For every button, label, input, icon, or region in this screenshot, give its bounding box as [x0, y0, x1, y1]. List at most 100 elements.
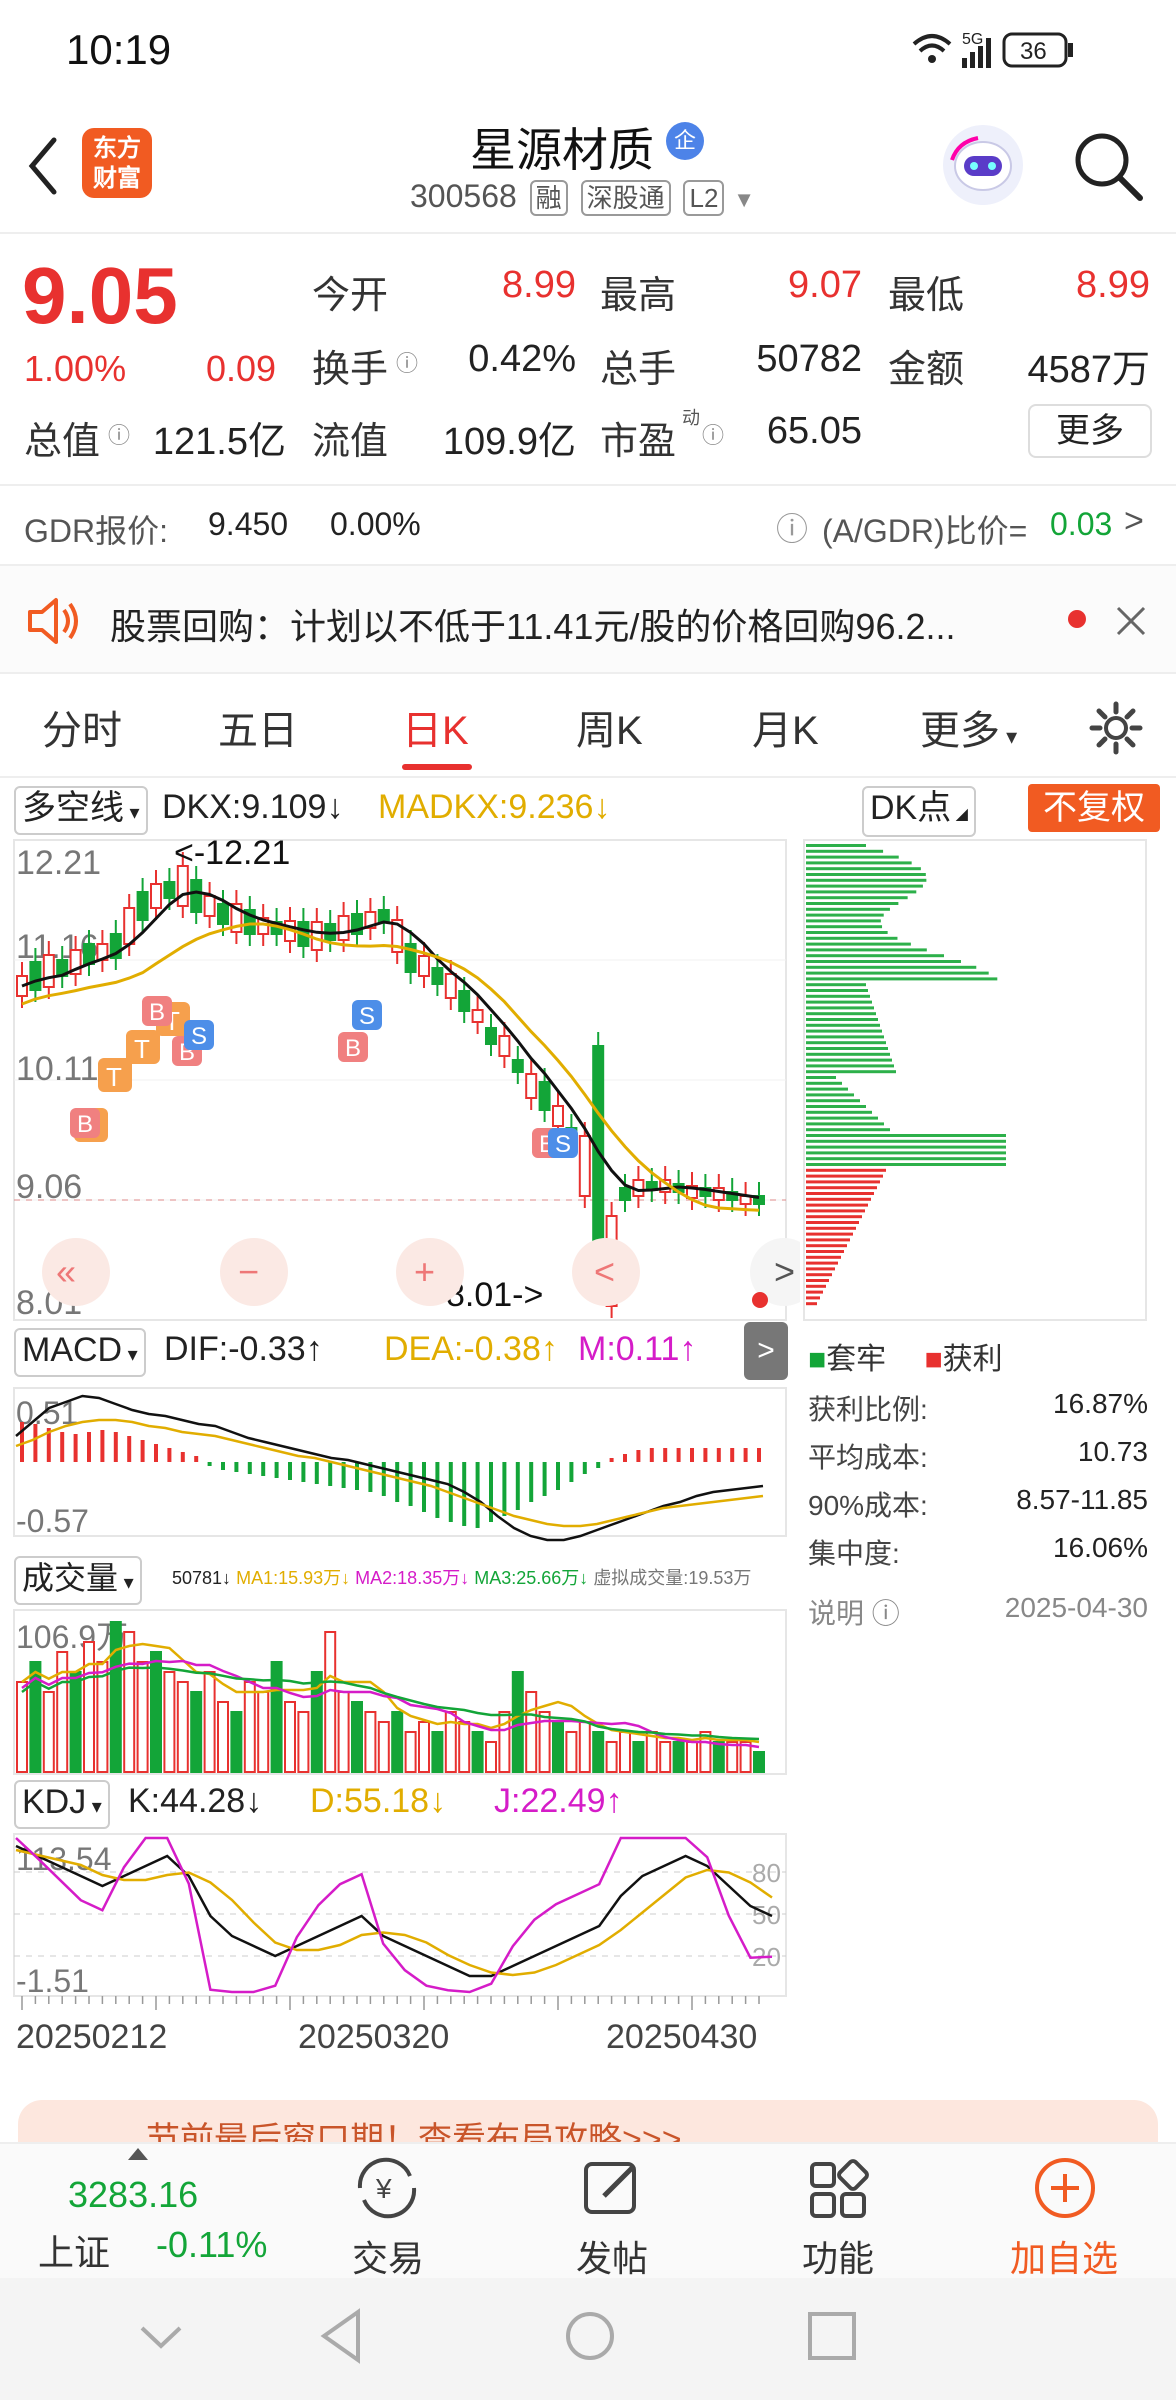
svg-text:<: < [594, 1251, 615, 1292]
volume-select[interactable]: 成交量 ▾ [14, 1556, 142, 1605]
status-icons: 5G 36 [912, 31, 1073, 68]
volume-bar [243, 1681, 256, 1773]
info-icon[interactable]: ⓘ [108, 418, 130, 450]
adjust-mode-button[interactable]: 不复权 [1028, 784, 1160, 832]
svg-text:B: B [77, 1111, 93, 1138]
volume-bar [69, 1671, 82, 1773]
candle-body [176, 865, 189, 907]
back-icon[interactable] [24, 136, 64, 196]
search-icon[interactable] [1070, 128, 1146, 204]
chip-bar [806, 1168, 886, 1172]
chip-bar [806, 1093, 854, 1097]
chip-bar [806, 1070, 896, 1074]
svg-text:B: B [345, 1035, 361, 1062]
tab-daily-k[interactable]: 日K [402, 698, 469, 756]
grid-functions-icon[interactable] [804, 2156, 874, 2220]
chip-bar [806, 965, 977, 969]
chip-bar [806, 971, 989, 975]
gdr-price: 9.450 [208, 506, 289, 542]
float-value: 109.9亿 [442, 421, 576, 463]
close-icon[interactable] [1114, 604, 1148, 638]
more-quote-button[interactable]: 更多 [1028, 404, 1152, 458]
kdj-select[interactable]: KDJ ▾ [14, 1780, 110, 1829]
svg-text:>: > [774, 1251, 795, 1292]
svg-text:50: 50 [752, 1900, 781, 1930]
chip-note-button[interactable]: 说明 ⓘ [808, 1592, 900, 1640]
volume-bar [672, 1741, 685, 1773]
chip-stats: 获利比例: 16.87% 平均成本: 10.73 90%成本: 8.57-11.85 … [808, 1388, 1148, 1640]
high-label: 最高 [600, 275, 677, 317]
notice-bar[interactable]: 股票回购：计划以不低于11.41元/股的价格回购96.2... [0, 564, 1176, 674]
tab-weekly-k[interactable]: 周K [576, 698, 643, 756]
nav-trade[interactable]: 交易 [318, 2230, 458, 2282]
bottom-nav: 3283.16 上证 -0.11% ¥ 交易 发帖 功能 加自选 [0, 2142, 1176, 2279]
volume-bar [324, 1631, 337, 1773]
tab-more[interactable]: 更多 ▾ [920, 698, 1017, 756]
candle-body [310, 921, 323, 951]
mktcap-label: 总值 [24, 421, 101, 463]
chip-bar [806, 1215, 862, 1219]
chevron-down-icon[interactable] [138, 2322, 184, 2352]
axis-high: 12.21 [16, 844, 101, 882]
chip-bar [806, 1023, 880, 1027]
zoom-in-icon: + [396, 1238, 464, 1306]
gear-icon[interactable] [1088, 700, 1144, 756]
info-icon[interactable]: ⓘ [396, 346, 418, 378]
help-icon[interactable]: ⓘ [776, 504, 808, 550]
chip-bar [806, 1047, 888, 1050]
chip-bar [806, 931, 888, 934]
macd-select[interactable]: MACD ▾ [14, 1328, 146, 1377]
home-nav-icon[interactable] [562, 2308, 618, 2364]
low-value: 8.99 [1076, 264, 1150, 306]
candle-body [619, 1187, 631, 1201]
tab-intraday[interactable]: 分时 [42, 698, 122, 756]
edit-post-icon[interactable] [578, 2156, 648, 2220]
volume-bar [511, 1671, 524, 1773]
volume-bar [391, 1711, 404, 1773]
chip-bar [806, 1099, 860, 1103]
volume-value: 50782 [756, 338, 862, 380]
add-watchlist-icon[interactable] [1030, 2154, 1100, 2222]
info-icon[interactable]: ⓘ [702, 418, 724, 450]
nav-add-watchlist[interactable]: 加自选 [994, 2230, 1134, 2282]
macd-m: M:0.11↑ [578, 1330, 697, 1368]
candle-body [552, 1105, 564, 1127]
volume-bar [404, 1731, 417, 1773]
dk-point-button[interactable]: DK点 ◢ [862, 786, 976, 837]
float-label: 流值 [312, 421, 389, 463]
svg-text:+: + [414, 1251, 435, 1292]
chip-date: 2025-04-30 [1004, 1592, 1148, 1623]
chip-bar [806, 890, 917, 894]
promo-banner[interactable]: 节前最后窗口期！查看布局攻略>>> [18, 2100, 1158, 2144]
gdr-bar[interactable]: GDR报价: 9.450 0.00% ⓘ (A/GDR)比价= 0.03 > [0, 484, 1176, 564]
svg-text:S: S [359, 1003, 375, 1030]
chip-bar [806, 861, 912, 865]
trade-icon[interactable]: ¥ [352, 2156, 422, 2220]
index-pct[interactable]: -0.11% [156, 2224, 267, 2266]
last-price: 9.05 [22, 251, 178, 340]
date-ticks [21, 1996, 760, 2010]
change-value: 0.09 [206, 348, 277, 389]
wifi-icon [912, 34, 952, 63]
chip-bar [806, 1296, 820, 1300]
chip-bar [806, 907, 890, 911]
chip-bar [806, 1174, 883, 1178]
index-value[interactable]: 3283.16 [68, 2174, 198, 2216]
volume-bar [284, 1701, 296, 1773]
chip-bar [806, 1122, 884, 1126]
candle-body [337, 915, 350, 941]
tab-monthly-k[interactable]: 月K [752, 698, 819, 756]
expand-panel-button[interactable]: > [744, 1322, 788, 1380]
chart-controls: « − + < > [42, 1238, 800, 1308]
index-name[interactable]: 上证 [38, 2224, 110, 2276]
robot-assistant-icon[interactable] [938, 120, 1028, 210]
nav-functions[interactable]: 功能 [768, 2230, 908, 2282]
main-indicator-select[interactable]: 多空线 ▾ [14, 786, 148, 835]
volume-bar [109, 1621, 122, 1773]
chip-bar [806, 1064, 894, 1068]
back-nav-icon[interactable] [318, 2308, 364, 2364]
nav-post[interactable]: 发帖 [542, 2230, 682, 2282]
recents-nav-icon[interactable] [806, 2310, 858, 2362]
tab-five-day[interactable]: 五日 [218, 698, 298, 756]
svg-text:S: S [191, 1023, 207, 1050]
